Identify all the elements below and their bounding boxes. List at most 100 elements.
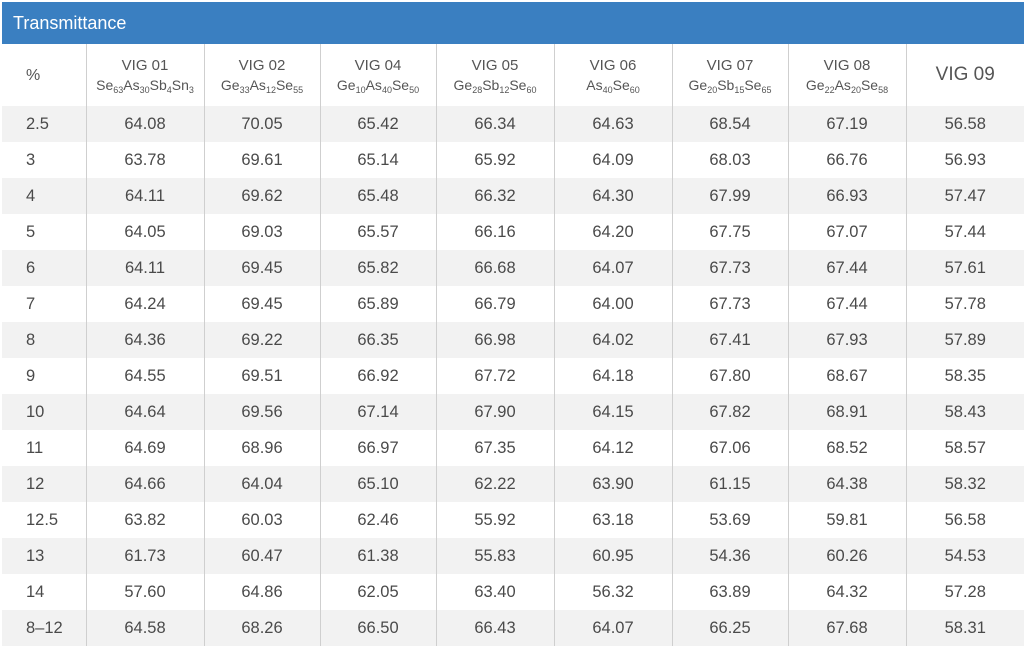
element-symbol: As (123, 76, 140, 93)
element-subscript: 28 (472, 84, 483, 95)
column-header: VIG 02 Ge33As12Se55 (203, 44, 320, 106)
table-cell: 68.91 (787, 394, 906, 430)
element-subscript: 63 (113, 84, 124, 95)
element-symbol: Sb (149, 76, 167, 93)
table-cell: 65.48 (319, 178, 436, 214)
table-row: 3 63.78 69.61 65.14 65.92 64.09 68.03 66.76 56.9… (2, 142, 1024, 178)
column-formula: Se63As30Sb4Sn3 (87, 75, 204, 95)
table-row: 12 64.66 64.04 65.10 62.22 63.90 61.15 64.38 58.… (2, 466, 1024, 502)
table-cell: 67.73 (671, 286, 788, 322)
table-cell: 69.45 (203, 286, 320, 322)
element-subscript: 22 (824, 84, 835, 95)
table-cell: 63.40 (435, 574, 554, 610)
table-row: 12.5 63.82 60.03 62.46 55.92 63.18 53.69 59.81 5… (2, 502, 1024, 538)
table-cell: 66.92 (319, 358, 436, 394)
percent-label: % (26, 66, 41, 84)
table-cell: 66.32 (435, 178, 554, 214)
table-cell: 64.58 (85, 610, 204, 646)
element-symbol: Ge (220, 76, 240, 93)
table-cell: 54.53 (905, 538, 1024, 574)
element-symbol: As (834, 76, 851, 93)
element-subscript: 30 (139, 84, 150, 95)
table-cell: 67.44 (787, 286, 906, 322)
table-row: 8 64.36 69.22 66.35 66.98 64.02 67.41 67.93 57.8… (2, 322, 1024, 358)
row-label: 10 (2, 394, 86, 430)
element-symbol: Se (860, 76, 879, 93)
corner-header: % (2, 44, 86, 106)
table-cell: 64.36 (85, 322, 204, 358)
column-formula: Ge22As20Se58 (789, 75, 906, 95)
table-cell: 58.32 (905, 466, 1024, 502)
table-cell: 66.98 (435, 322, 554, 358)
column-name: VIG 07 (706, 56, 754, 74)
table-cell: 57.60 (85, 574, 204, 610)
table-cell: 66.79 (435, 286, 554, 322)
table-cell: 67.19 (787, 106, 906, 142)
table-row: 11 64.69 68.96 66.97 67.35 64.12 67.06 68.52 58.… (2, 430, 1024, 466)
column-header: VIG 07 Ge20Sb15Se65 (671, 44, 788, 106)
table-row: 7 64.24 69.45 65.89 66.79 64.00 67.73 67.44 57.7… (2, 286, 1024, 322)
table-cell: 64.07 (553, 610, 672, 646)
element-symbol: Ge (688, 76, 708, 93)
table-cell: 67.82 (671, 394, 788, 430)
table-cell: 65.57 (319, 214, 436, 250)
column-formula: Ge20Sb15Se65 (673, 75, 788, 95)
table-cell: 56.58 (905, 106, 1024, 142)
table-cell: 66.25 (671, 610, 788, 646)
table-cell: 60.03 (203, 502, 320, 538)
element-subscript: 10 (355, 84, 366, 95)
table-cell: 67.07 (787, 214, 906, 250)
table-cell: 56.58 (905, 502, 1024, 538)
row-label: 14 (2, 574, 86, 610)
row-label: 13 (2, 538, 86, 574)
element-symbol: Se (509, 76, 527, 93)
element-symbol: Se (744, 76, 762, 93)
table-cell: 69.03 (203, 214, 320, 250)
table-cell: 65.92 (435, 142, 554, 178)
table-cell: 64.09 (553, 142, 672, 178)
table-cell: 58.57 (905, 430, 1024, 466)
element-symbol: Ge (336, 76, 356, 93)
table-cell: 64.08 (85, 106, 204, 142)
table-cell: 65.82 (319, 250, 436, 286)
table-cell: 68.03 (671, 142, 788, 178)
column-name: VIG 06 (589, 56, 637, 74)
table-cell: 57.89 (905, 322, 1024, 358)
table-cell: 57.47 (905, 178, 1024, 214)
transmittance-table: % VIG 01 Se63As30Sb4Sn3 VIG 02 Ge33As12Se55… (2, 44, 1024, 646)
table-cell: 64.18 (553, 358, 672, 394)
element-subscript: 55 (293, 84, 304, 95)
element-symbol: As (365, 76, 382, 93)
element-subscript: 12 (265, 84, 276, 95)
table-row: 2.5 64.08 70.05 65.42 66.34 64.63 68.54 67.19 56… (2, 106, 1024, 142)
table-cell: 67.93 (787, 322, 906, 358)
table-cell: 58.43 (905, 394, 1024, 430)
table-body: 2.5 64.08 70.05 65.42 66.34 64.63 68.54 67.19 56… (2, 106, 1024, 646)
table-cell: 62.22 (435, 466, 554, 502)
element-subscript: 40 (381, 84, 392, 95)
row-label: 4 (2, 178, 86, 214)
table-cell: 57.44 (905, 214, 1024, 250)
table-cell: 62.05 (319, 574, 436, 610)
column-formula: Ge33As12Se55 (205, 75, 320, 95)
table-cell: 70.05 (203, 106, 320, 142)
column-name: VIG 08 (823, 56, 871, 74)
column-header: VIG 08 Ge22As20Se58 (787, 44, 906, 106)
table-cell: 69.61 (203, 142, 320, 178)
column-name: VIG 09 (935, 64, 995, 85)
table-cell: 64.20 (553, 214, 672, 250)
column-header: VIG 05 Ge28Sb12Se60 (435, 44, 554, 106)
table-cell: 64.24 (85, 286, 204, 322)
column-header: VIG 09 (905, 44, 1024, 106)
table-cell: 66.76 (787, 142, 906, 178)
row-label: 8–12 (2, 610, 86, 646)
table-cell: 66.50 (319, 610, 436, 646)
element-symbol: Se (612, 76, 630, 93)
table-row: 8–12 64.58 68.26 66.50 66.43 64.07 66.25 67.68 5… (2, 610, 1024, 646)
table-row: 13 61.73 60.47 61.38 55.83 60.95 54.36 60.26 54.… (2, 538, 1024, 574)
table-cell: 64.11 (85, 250, 204, 286)
table-cell: 64.32 (787, 574, 906, 610)
table-cell: 61.15 (671, 466, 788, 502)
table-cell: 55.92 (435, 502, 554, 538)
column-header: VIG 04 Ge10As40Se50 (319, 44, 436, 106)
